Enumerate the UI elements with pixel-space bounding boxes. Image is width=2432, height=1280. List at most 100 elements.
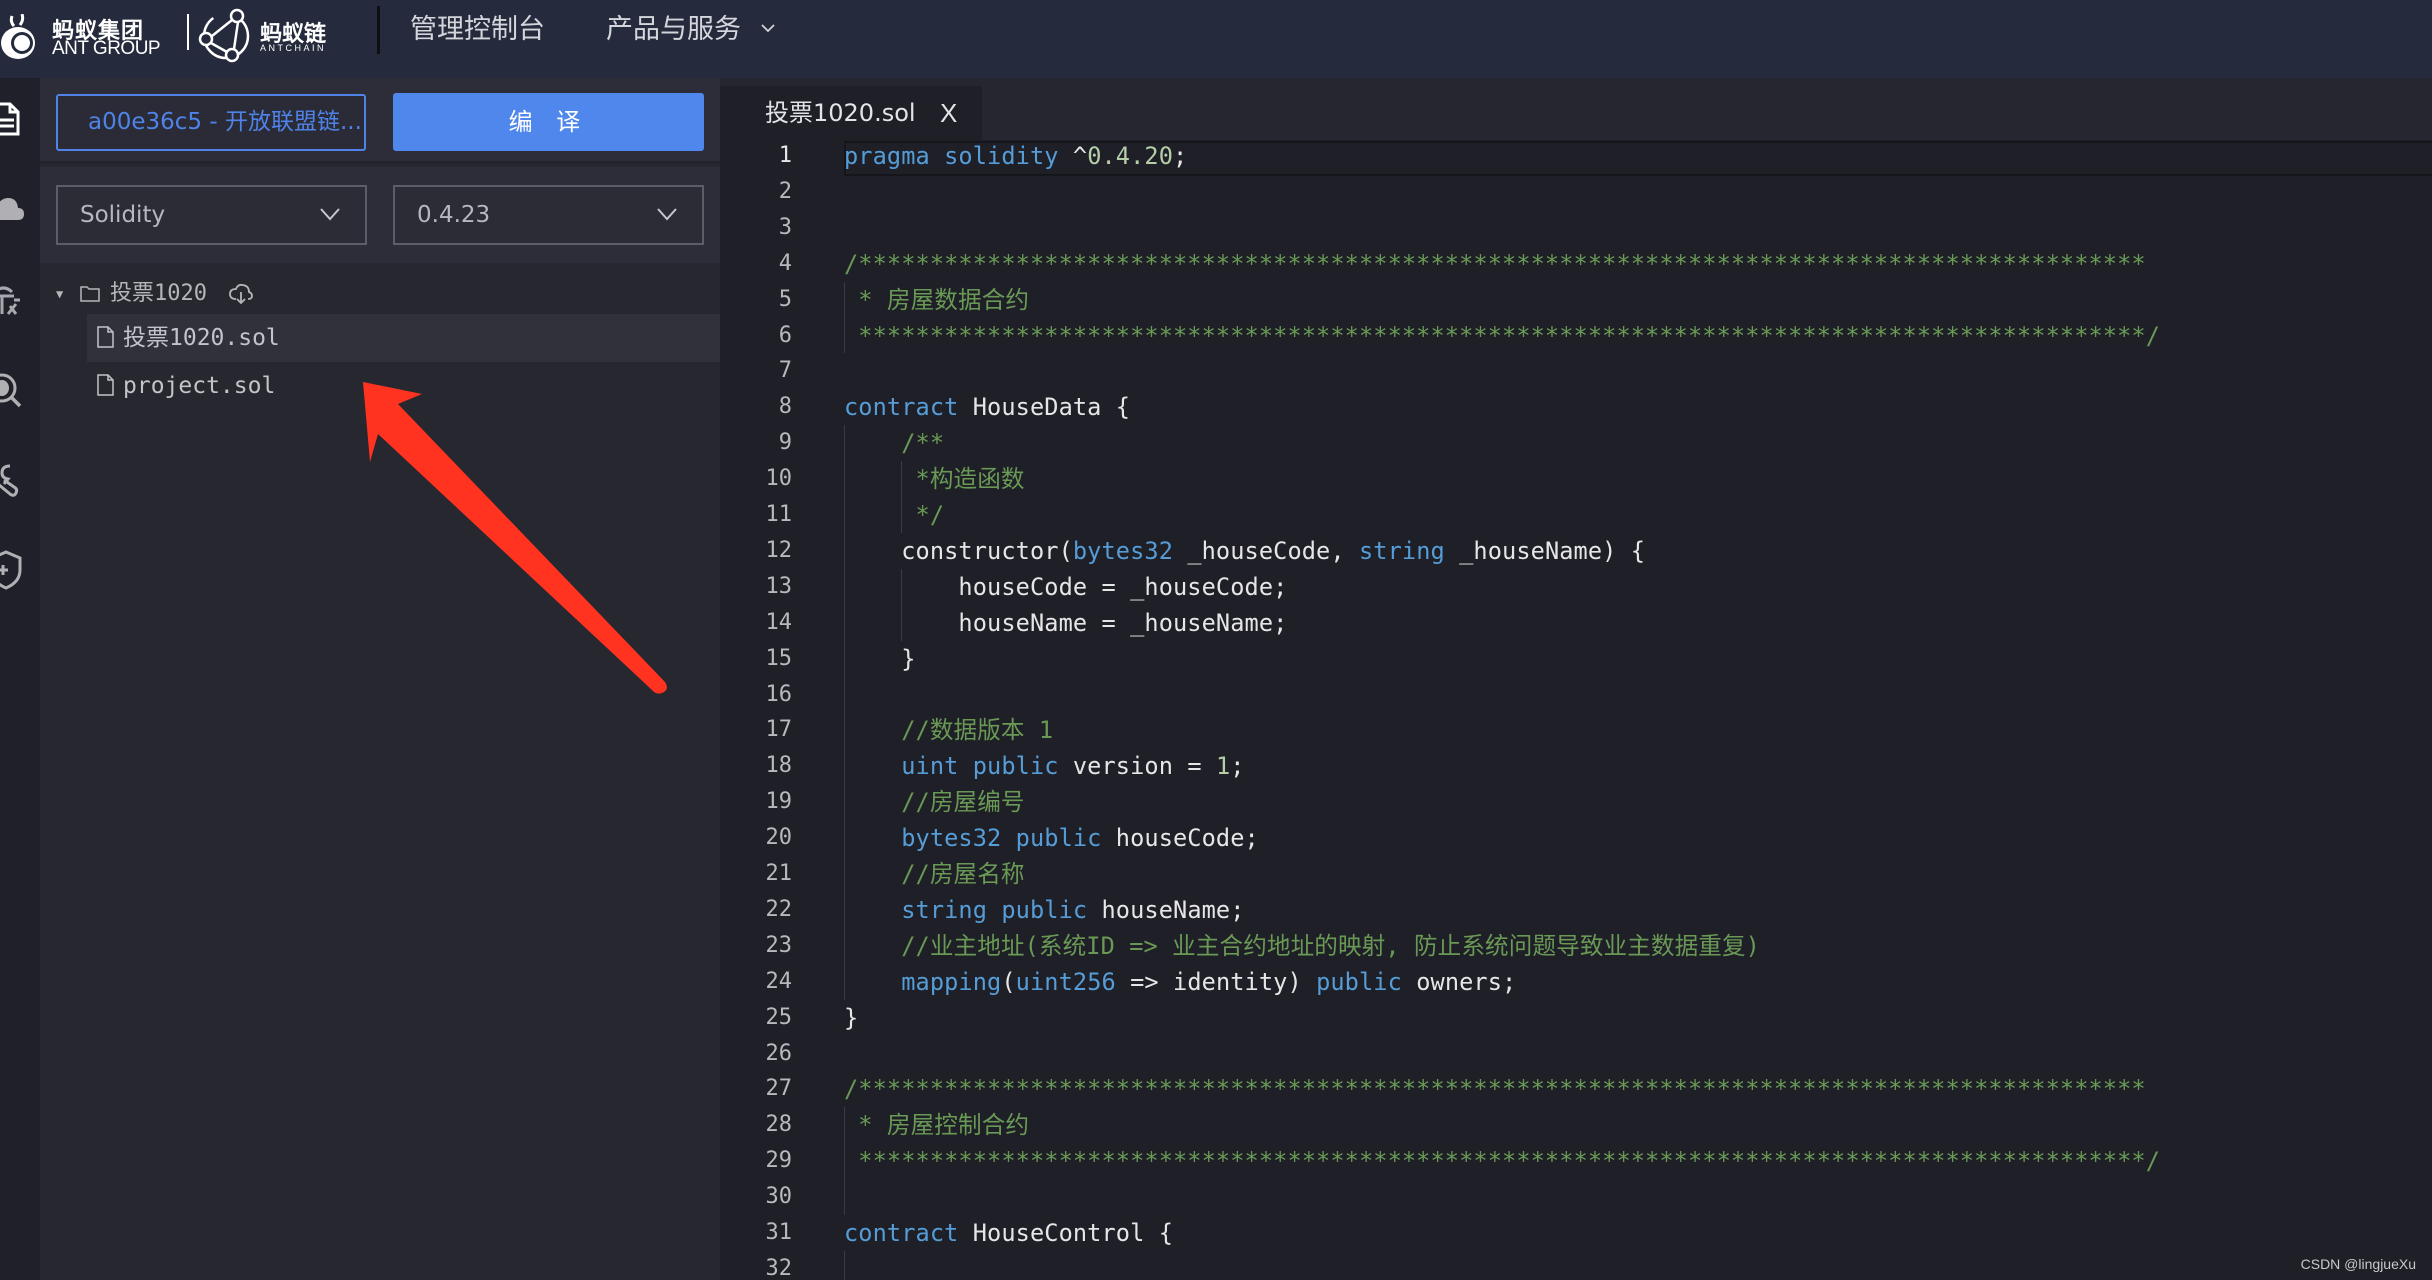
code-token: bytes32 — [1072, 536, 1174, 565]
code-line[interactable]: 28 * 房屋控制合约 — [720, 1107, 2432, 1143]
code-token: ; — [1230, 752, 1245, 781]
code-token: ^ — [1058, 142, 1088, 170]
line-number: 11 — [765, 502, 793, 527]
line-number: 6 — [778, 322, 792, 348]
code-line[interactable]: 5 * 房屋数据合约 — [720, 282, 2432, 318]
line-number: 10 — [765, 466, 793, 492]
code-line[interactable]: 4 /**************************************… — [720, 246, 2432, 282]
file-icon[interactable] — [0, 100, 26, 140]
code-token: houseName = _houseName; — [844, 608, 1288, 637]
code-token: => identity) — [1115, 967, 1317, 996]
code-line[interactable]: 6 **************************************… — [720, 318, 2432, 354]
code-line[interactable]: 10 *构造函数 — [720, 461, 2432, 497]
compile-button[interactable]: 编 译 — [393, 93, 704, 151]
line-number: 29 — [765, 1148, 793, 1174]
code-text: houseCode = _houseCode; — [844, 569, 1287, 605]
tree-folder[interactable]: ▼ 投票1020 — [40, 274, 720, 314]
code-token: houseName; — [1087, 895, 1245, 924]
bug-search-icon[interactable] — [0, 370, 26, 410]
indent-guide — [844, 425, 845, 1000]
activity-rail — [0, 78, 40, 1280]
code-line[interactable]: 11 */ — [720, 497, 2432, 533]
code-line[interactable]: 9 /** — [720, 425, 2432, 461]
code-text: * 房屋控制合约 — [844, 1107, 1029, 1143]
code-line[interactable]: 17 //数据版本 1 — [720, 712, 2432, 748]
ant-group-en: ANT GROUP — [52, 38, 161, 59]
code-text: /** — [844, 425, 944, 461]
code-token: * 房屋控制合约 — [844, 1111, 1030, 1140]
line-number: 20 — [765, 825, 793, 851]
chain-account-input[interactable]: a00e36c5 - 开放联盟链... — [56, 94, 366, 151]
editor-tabbar: 投票1020.sol X — [720, 78, 2432, 140]
code-line[interactable]: 32 — [720, 1251, 2432, 1280]
code-line[interactable]: 19 //房屋编号 — [720, 784, 2432, 820]
language-select[interactable]: Solidity — [56, 185, 367, 245]
caret-down-icon[interactable]: ▼ — [56, 274, 63, 314]
code-line[interactable]: 29 *************************************… — [720, 1143, 2432, 1179]
line-number: 16 — [765, 681, 793, 707]
code-line[interactable]: 1 pragma solidity ^0.4.20; — [720, 138, 2432, 174]
line-number: 3 — [778, 214, 792, 240]
code-line[interactable]: 24 mapping(uint256 => identity) public o… — [720, 964, 2432, 1000]
code-line[interactable]: 30 — [720, 1179, 2432, 1215]
code-line[interactable]: 13 houseCode = _houseCode; — [720, 569, 2432, 605]
shield-plus-icon[interactable] — [0, 550, 26, 590]
folder-name: 投票1020 — [110, 281, 207, 306]
code-line[interactable]: 22 string public houseName; — [720, 892, 2432, 928]
compiler-version-select[interactable]: 0.4.23 — [393, 185, 704, 245]
line-number: 23 — [765, 932, 793, 958]
code-text: //业主地址(系统ID => 业主合约地址的映射, 防止系统问题导致业主数据重复… — [844, 928, 1760, 964]
nav-console[interactable]: 管理控制台 — [410, 12, 545, 48]
cloud-upload-icon[interactable] — [0, 190, 26, 230]
code-text: houseName = _houseName; — [844, 605, 1287, 641]
code-line[interactable]: 14 houseName = _houseName; — [720, 605, 2432, 641]
language-select-value: Solidity — [80, 202, 166, 228]
line-number: 24 — [765, 968, 793, 994]
code-text: uint public version = 1; — [844, 748, 1245, 784]
file-name: project.sol — [123, 373, 276, 399]
code-line[interactable]: 15 } — [720, 641, 2432, 677]
code-line[interactable]: 23 //业主地址(系统ID => 业主合约地址的映射, 防止系统问题导致业主数… — [720, 928, 2432, 964]
code-text: string public houseName; — [844, 892, 1245, 928]
code-line[interactable]: 25} — [720, 1000, 2432, 1036]
close-icon[interactable]: X — [940, 96, 957, 130]
code-token: version = — [1058, 752, 1216, 781]
code-line[interactable]: 18 uint public version = 1; — [720, 748, 2432, 784]
code-line[interactable]: 2 — [720, 174, 2432, 210]
indent-guide — [901, 461, 903, 533]
code-token: HouseControl { — [958, 1219, 1174, 1247]
line-number: 13 — [765, 573, 793, 599]
tab-voting-sol[interactable]: 投票1020.sol X — [720, 86, 982, 140]
bug-icon[interactable] — [0, 280, 26, 320]
code-token: contract — [844, 393, 959, 422]
line-number: 25 — [765, 1004, 793, 1030]
line-number: 26 — [765, 1040, 793, 1066]
code-line[interactable]: 16 — [720, 677, 2432, 713]
ant-group-logo[interactable]: 蚂蚁集团 ANT GROUP — [0, 6, 180, 62]
cloud-download-icon[interactable] — [229, 283, 253, 305]
chevron-down-icon[interactable] — [760, 22, 776, 34]
code-line[interactable]: 21 //房屋名称 — [720, 856, 2432, 892]
code-text: */ — [844, 497, 945, 533]
annotation-arrow — [363, 382, 667, 694]
compiler-options: Solidity 0.4.23 — [40, 167, 720, 263]
tree-file-voting[interactable]: 投票1020.sol — [87, 314, 720, 362]
nav-products-services[interactable]: 产品与服务 — [606, 12, 741, 48]
code-line[interactable]: 7 — [720, 353, 2432, 389]
code-line[interactable]: 26 — [720, 1036, 2432, 1072]
wrench-icon[interactable] — [0, 460, 26, 500]
code-line[interactable]: 8 contract HouseData { — [720, 389, 2432, 425]
line-number: 19 — [765, 789, 793, 815]
code-line[interactable]: 27 /*************************************… — [720, 1071, 2432, 1107]
antchain-logo[interactable]: 蚂蚁链 ANTCHAIN — [198, 4, 338, 66]
code-token: //房屋名称 — [844, 860, 1025, 888]
code-line[interactable]: 3 — [720, 210, 2432, 246]
code-line[interactable]: 20 bytes32 public houseCode; — [720, 820, 2432, 856]
line-number: 8 — [778, 394, 792, 420]
code-line[interactable]: 12 constructor(bytes32 _houseCode, strin… — [720, 533, 2432, 569]
code-token: public — [1316, 967, 1402, 996]
code-text: *构造函数 — [844, 461, 1025, 497]
code-line[interactable]: 31 contract HouseControl { — [720, 1215, 2432, 1251]
tab-label: 投票1020.sol — [765, 99, 916, 127]
code-token: /***************************************… — [844, 1075, 2146, 1104]
